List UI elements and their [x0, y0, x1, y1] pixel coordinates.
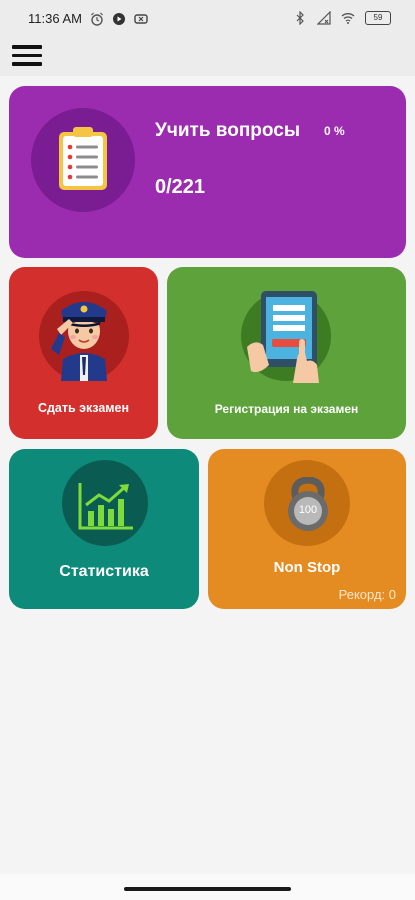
non-stop-label: Non Stop [273, 559, 341, 576]
non-stop-card[interactable]: 100 Non Stop Рекорд: 0 [208, 449, 406, 609]
wifi-icon [341, 13, 355, 24]
clipboard-checklist-icon [59, 127, 107, 190]
signal-off-icon [317, 11, 331, 25]
bluetooth-icon [296, 11, 304, 25]
app-bar [0, 36, 415, 76]
exam-registration-card[interactable]: Регистрация на экзамен [167, 267, 406, 439]
learn-questions-title: Учить вопросы [155, 120, 301, 141]
statistics-card[interactable]: Статистика [9, 449, 199, 609]
status-bar-right: 59 [293, 11, 391, 25]
battery-indicator: 59 [365, 11, 391, 25]
hamburger-menu-icon[interactable] [12, 40, 42, 68]
learn-progress-percent: 0 % [324, 124, 345, 138]
take-exam-label: Сдать экзамен [37, 401, 130, 415]
alarm-icon [91, 12, 103, 26]
home-gesture-bar[interactable] [124, 887, 291, 891]
take-exam-card[interactable]: Сдать экзамен [9, 267, 158, 439]
media-play-icon [112, 12, 125, 25]
cast-icon [134, 13, 148, 24]
kettlebell-weight-label: 100 [298, 504, 318, 516]
status-time: 11:36 AM [28, 11, 82, 26]
learn-progress-count: 0/221 [155, 176, 206, 198]
status-bar: 11:36 AM 59 [0, 0, 415, 36]
statistics-label: Статистика [59, 563, 149, 580]
status-bar-left: 11:36 AM [28, 11, 148, 26]
growth-chart-icon [78, 483, 133, 530]
police-officer-icon [51, 302, 107, 381]
exam-registration-label: Регистрация на экзамен [214, 402, 359, 416]
non-stop-record: Рекорд: 0 [338, 587, 396, 602]
tablet-form-icon [247, 291, 319, 383]
battery-level: 59 [373, 13, 383, 22]
learn-questions-card[interactable]: Учить вопросы 0 % 0/221 [9, 86, 406, 258]
